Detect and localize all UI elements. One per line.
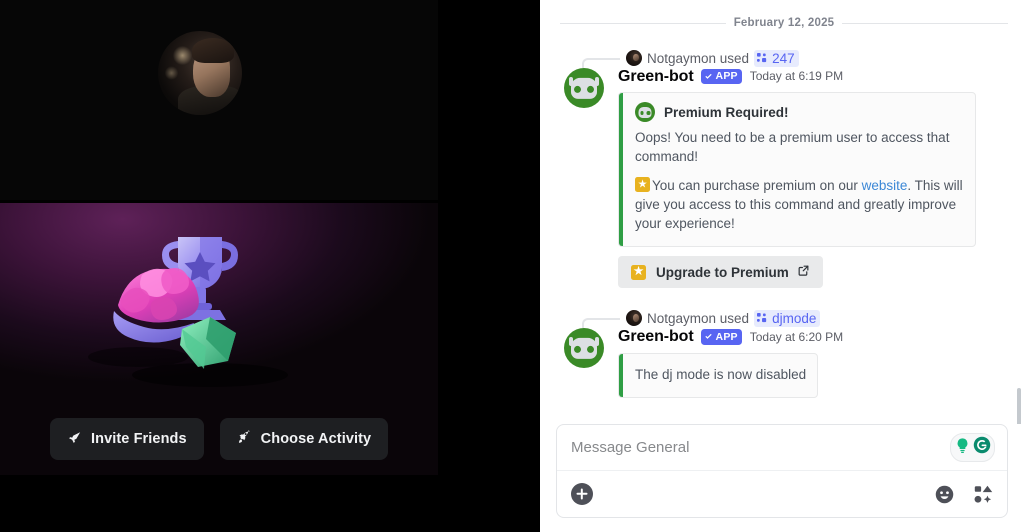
embed-bot-avatar-icon [635,102,655,123]
voice-activity-panel: Invite Friends Choose Activity [0,0,540,532]
command-reference-text: Notgaymon used [647,50,750,66]
message-list[interactable]: February 12, 2025 Notgaymon used 247 Gre… [540,0,1024,424]
bot-face-icon [571,77,597,99]
embed-content: Premium Required! Oops! You need to be a… [623,93,975,246]
message-header-1: Green-bot APP Today at 6:19 PM [618,67,1008,86]
discord-window: Invite Friends Choose Activity February … [0,0,1024,532]
premium-required-embed: Premium Required! Oops! You need to be a… [618,92,976,248]
choose-activity-button[interactable]: Choose Activity [219,418,389,460]
djmode-embed: The dj mode is now disabled [618,352,818,398]
date-divider-label: February 12, 2025 [725,17,843,29]
command-reference-2[interactable]: Notgaymon used djmode [560,309,1008,329]
embed-bot-face-icon [638,107,652,119]
embed-author: Premium Required! [635,102,963,123]
app-badge: APP [700,329,742,345]
composer-toolbar [557,471,1007,517]
verified-check-icon [704,334,712,340]
star-emoji-icon [631,264,646,280]
app-badge-label: APP [715,330,738,343]
message-composer: Message General [556,424,1008,518]
rocket-icon [237,429,252,449]
message-author[interactable]: Green-bot [618,327,694,346]
avatar-hair [191,37,234,63]
embed-title: Premium Required! [664,104,789,120]
star-emoji-icon [635,177,650,193]
invite-friends-icon [67,430,82,449]
add-attachment-icon[interactable] [571,483,593,505]
bokeh-light-2 [164,66,179,80]
slash-command-icon [757,312,768,324]
message-input[interactable]: Message General [571,439,950,456]
slash-command-chip-247[interactable]: 247 [754,49,799,67]
message-body-2: Green-bot APP Today at 6:20 PM The dj mo… [618,327,1008,401]
lightbulb-icon[interactable] [954,437,971,459]
composer-input-row[interactable]: Message General [557,425,1007,471]
message-timestamp: Today at 6:19 PM [749,69,844,84]
embed-line-2: You can purchase premium on our website.… [635,177,963,233]
command-user-avatar [626,310,642,327]
invite-friends-button[interactable]: Invite Friends [50,418,204,460]
command-user-avatar [626,50,642,66]
message-row-1: Green-bot APP Today at 6:19 PM Premium R… [560,67,1008,289]
grammarly-widget[interactable] [950,433,995,462]
slash-command-label: djmode [772,310,817,326]
slash-command-label: 247 [772,50,795,66]
command-reference-text: Notgaymon used [647,310,750,326]
message-timestamp: Today at 6:20 PM [749,329,844,344]
reply-spine-icon [582,318,620,329]
emoji-icon[interactable] [934,484,955,505]
apps-icon[interactable] [974,485,993,504]
app-badge-label: APP [715,70,738,83]
composer-right-icons [934,484,993,505]
choose-activity-label: Choose Activity [260,431,372,447]
message-header-2: Green-bot APP Today at 6:20 PM [618,327,1008,346]
reply-spine-icon [582,58,620,68]
user-video-avatar [158,31,242,115]
video-stage[interactable] [0,0,438,200]
green-bot-avatar[interactable] [564,68,604,108]
slash-command-icon [757,52,768,64]
upgrade-to-premium-button[interactable]: Upgrade to Premium [618,256,823,289]
date-divider: February 12, 2025 [560,12,1008,34]
website-link[interactable]: website [862,178,908,193]
bot-face-icon [571,338,597,360]
activity-buttons: Invite Friends Choose Activity [50,418,389,460]
djmode-embed-text: The dj mode is now disabled [635,366,807,382]
green-bot-avatar[interactable] [564,328,604,369]
message-author[interactable]: Green-bot [618,67,694,86]
embed-line-2-before: You can purchase premium on our [652,178,862,194]
slash-command-chip-djmode[interactable]: djmode [754,309,821,327]
activity-promo-stage: Invite Friends Choose Activity [0,203,438,475]
message-scrollbar-thumb[interactable] [1017,388,1021,424]
verified-check-icon [704,73,712,79]
embed-line-1: Oops! You need to be a premium user to a… [635,130,950,164]
activity-illustration [60,225,320,400]
message-body-1: Green-bot APP Today at 6:19 PM Premium R… [618,67,1008,289]
grammarly-logo-icon[interactable] [973,436,991,459]
command-reference-1[interactable]: Notgaymon used 247 [560,49,1008,68]
composer-wrapper: Message General [540,424,1024,532]
bokeh-light-1 [173,46,192,65]
upgrade-button-label: Upgrade to Premium [656,264,789,280]
external-link-icon [797,264,810,280]
embed-description: Oops! You need to be a premium user to a… [635,129,963,233]
message-row-2: Green-bot APP Today at 6:20 PM The dj mo… [560,327,1008,401]
invite-friends-label: Invite Friends [91,431,187,447]
chat-panel: February 12, 2025 Notgaymon used 247 Gre… [540,0,1024,532]
app-badge: APP [700,68,742,85]
